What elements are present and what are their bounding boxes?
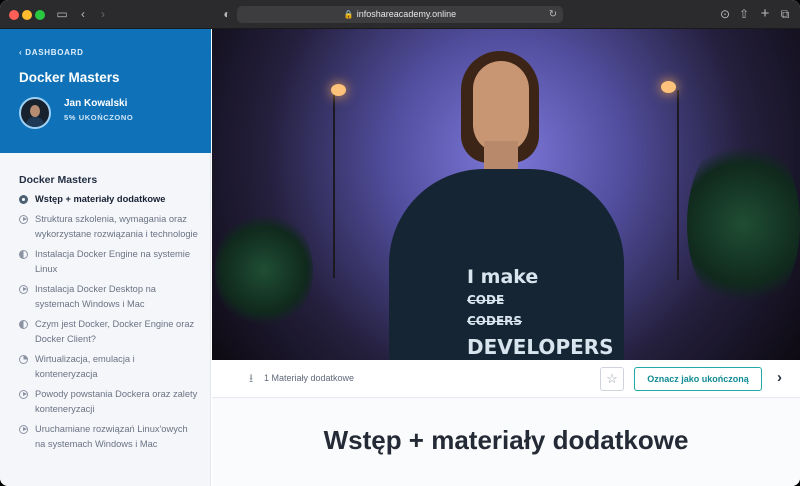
- play-icon: [19, 424, 28, 434]
- warm-light: [331, 84, 346, 96]
- back-icon[interactable]: ‹: [76, 7, 90, 21]
- lesson-item-docker-reasons[interactable]: Powody powstania Dockera oraz zalety kon…: [19, 387, 199, 418]
- half-progress-icon: [19, 319, 28, 329]
- star-icon: ☆: [606, 371, 618, 386]
- close-window-button[interactable]: [9, 10, 19, 20]
- lesson-label: Powody powstania Dockera oraz zalety kon…: [35, 388, 198, 415]
- lesson-item-virtualization[interactable]: Wirtualizacja, emulacja i konteneryzacja: [19, 352, 199, 383]
- course-sidebar: ‹ DASHBOARD Docker Masters Jan Kowalski …: [0, 29, 211, 486]
- minimize-window-button[interactable]: [22, 10, 32, 20]
- lesson-title: Wstęp + materiały dodatkowe: [323, 425, 689, 455]
- lesson-item-linux-on-windows-mac[interactable]: Uruchamiane rozwiązań Linux'owych na sys…: [19, 422, 199, 453]
- mark-complete-button[interactable]: Oznacz jako ukończoną: [634, 367, 762, 391]
- course-section-title: Docker Masters: [19, 174, 98, 186]
- avatar[interactable]: [19, 97, 51, 129]
- lesson-item-intro[interactable]: Wstęp + materiały dodatkowe: [19, 192, 199, 208]
- lamp-pole: [677, 90, 679, 280]
- quarter-progress-icon: [19, 354, 28, 364]
- forward-icon[interactable]: ›: [96, 7, 110, 21]
- lesson-label: Wstęp + materiały dodatkowe: [35, 194, 166, 204]
- sidebar-toggle-icon[interactable]: ▭: [55, 7, 69, 21]
- privacy-icon[interactable]: ◐: [220, 7, 234, 21]
- new-tab-icon[interactable]: +: [758, 6, 772, 21]
- lesson-label: Instalacja Docker Desktop na systemach W…: [35, 283, 156, 310]
- plant: [687, 129, 800, 319]
- lesson-label: Instalacja Docker Engine na systemie Lin…: [35, 248, 191, 275]
- avatar-body: [26, 117, 44, 127]
- download-icon: ⭳: [249, 371, 254, 385]
- presenter-shirt: [389, 169, 624, 360]
- lesson-label: Czym jest Docker, Docker Engine oraz Doc…: [35, 318, 195, 345]
- lesson-item-linux-install[interactable]: Instalacja Docker Engine na systemie Lin…: [19, 247, 199, 278]
- play-icon: [19, 284, 28, 294]
- shirt-text-line: CODERS: [467, 314, 523, 328]
- presenter: I make CODE CODERS DEVELOPERS: [389, 51, 624, 360]
- url-text: infoshareacademy.online: [356, 9, 457, 19]
- address-bar[interactable]: 🔒 infoshareacademy.online ↻: [237, 6, 563, 23]
- shirt-text-line: CODE: [467, 293, 505, 307]
- browser-window: ▭ ‹ › ◐ 🔒 infoshareacademy.online ↻ ⊙ ⇧ +…: [0, 0, 800, 486]
- lesson-video-player[interactable]: I make CODE CODERS DEVELOPERS: [212, 29, 800, 360]
- dashboard-link-label: DASHBOARD: [25, 48, 84, 57]
- lesson-list: Wstęp + materiały dodatkowe Struktura sz…: [19, 192, 199, 457]
- play-icon: [19, 214, 28, 224]
- half-progress-icon: [19, 249, 28, 259]
- lesson-materials-bar: ⭳ 1 Materiały dodatkowe ☆ Oznacz jako uk…: [212, 360, 800, 398]
- reload-icon[interactable]: ↻: [546, 8, 560, 22]
- completed-lesson-icon: [19, 195, 28, 204]
- lesson-item-structure[interactable]: Struktura szkolenia, wymagania oraz wyko…: [19, 212, 199, 243]
- shirt-text-line: DEVELOPERS: [467, 335, 614, 359]
- zoom-window-button[interactable]: [35, 10, 45, 20]
- favorite-button[interactable]: ☆: [600, 367, 624, 391]
- play-icon: [19, 389, 28, 399]
- lesson-label: Struktura szkolenia, wymagania oraz wyko…: [35, 213, 198, 240]
- user-name: Jan Kowalski: [64, 98, 128, 109]
- presenter-face: [473, 61, 529, 153]
- download-icon[interactable]: ⊙: [718, 7, 732, 21]
- lesson-item-docker-basics[interactable]: Czym jest Docker, Docker Engine oraz Doc…: [19, 317, 199, 348]
- tab-overview-icon[interactable]: ⧉: [778, 7, 792, 21]
- lesson-heading-area: Wstęp + materiały dodatkowe: [212, 398, 800, 486]
- course-progress: 5% UKOŃCZONO: [64, 113, 134, 122]
- share-icon[interactable]: ⇧: [737, 7, 751, 21]
- lamp-pole: [333, 88, 335, 278]
- course-sidebar-header: ‹ DASHBOARD Docker Masters Jan Kowalski …: [0, 29, 211, 153]
- warm-light: [661, 81, 676, 93]
- lock-icon: 🔒: [343, 10, 354, 19]
- lesson-label: Wirtualizacja, emulacja i konteneryzacja: [35, 353, 135, 380]
- shirt-text-line: I make: [467, 266, 539, 288]
- chevron-right-icon[interactable]: ›: [777, 370, 782, 386]
- browser-toolbar: ▭ ‹ › ◐ 🔒 infoshareacademy.online ↻ ⊙ ⇧ +…: [0, 0, 800, 29]
- lesson-label: Uruchamiane rozwiązań Linux'owych na sys…: [35, 423, 188, 450]
- lesson-item-desktop-install[interactable]: Instalacja Docker Desktop na systemach W…: [19, 282, 199, 313]
- materials-link[interactable]: 1 Materiały dodatkowe: [264, 373, 354, 383]
- course-title: Docker Masters: [19, 70, 120, 85]
- avatar-face: [30, 105, 40, 117]
- dashboard-back-link[interactable]: ‹ DASHBOARD: [19, 48, 84, 57]
- plant: [215, 209, 313, 331]
- address-text-container: 🔒 infoshareacademy.online: [237, 6, 563, 23]
